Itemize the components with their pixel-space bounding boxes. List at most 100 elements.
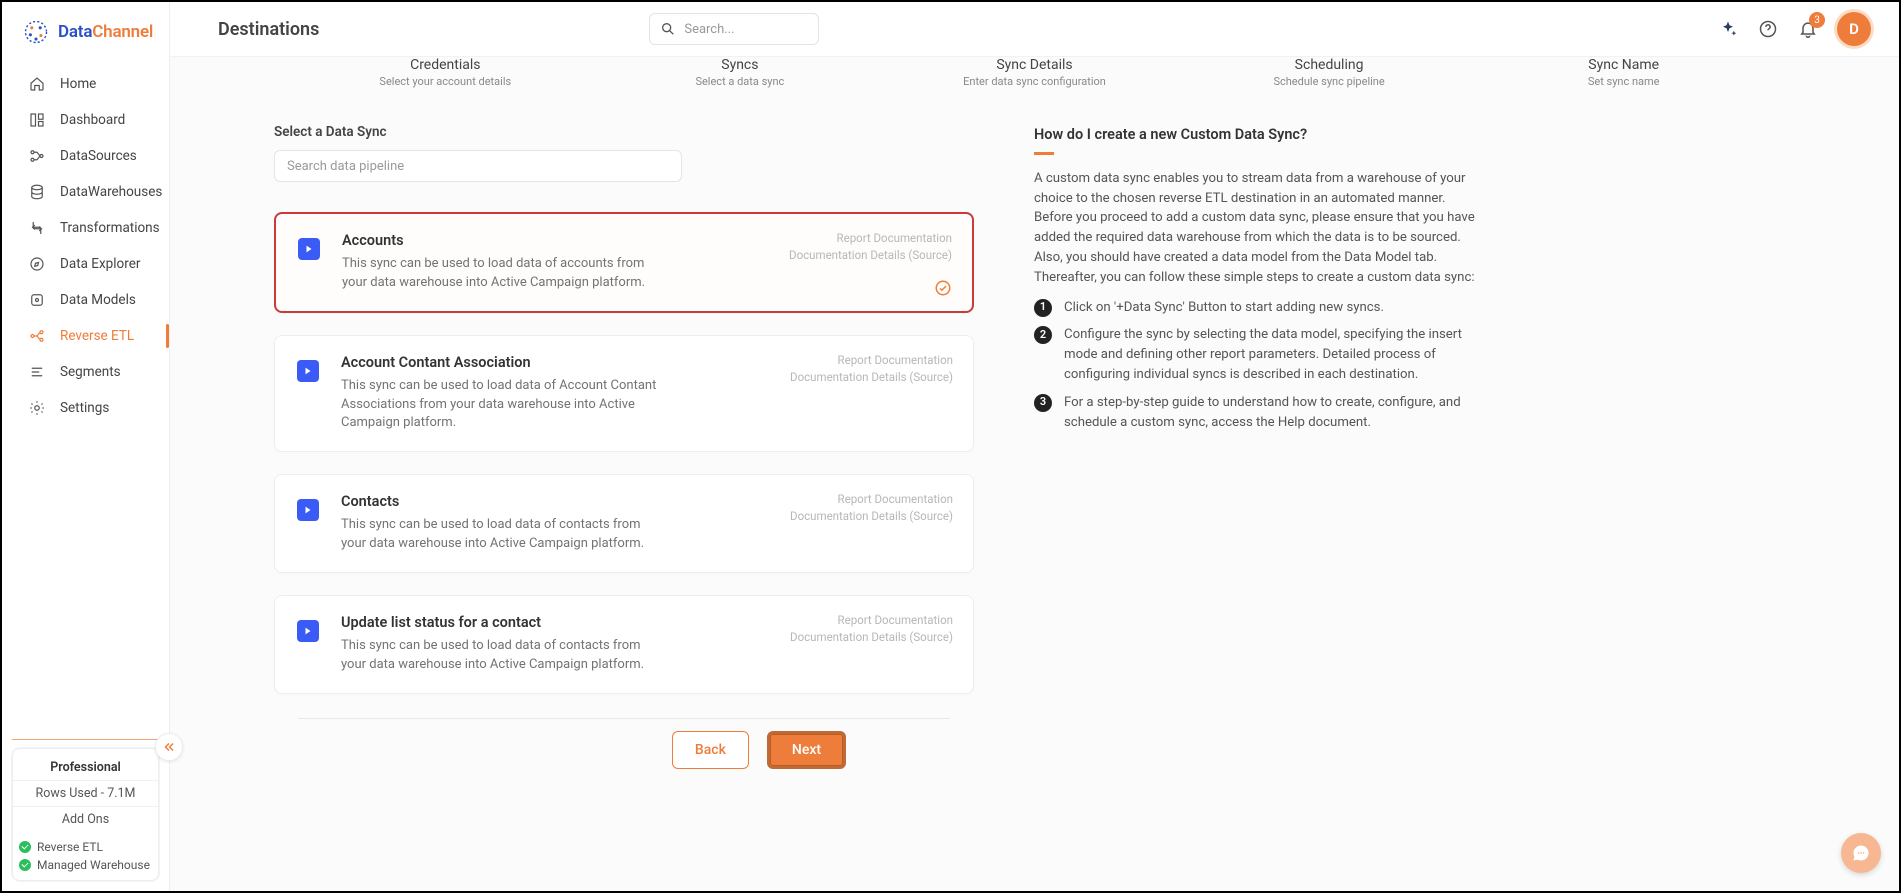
search-icon [660,21,676,37]
sync-card-account-contact-association[interactable]: Account Contant Association This sync ca… [274,335,974,453]
nav-settings[interactable]: Settings [2,390,169,426]
database-icon [28,183,46,201]
sync-cards: Accounts This sync can be used to load d… [274,212,974,694]
sync-card-update-list-status[interactable]: Update list status for a contact This sy… [274,595,974,694]
card-links: Report Documentation Documentation Detai… [790,352,953,387]
nav-dashboard[interactable]: Dashboard [2,102,169,138]
help-step: 3For a step-by-step guide to understand … [1034,393,1484,433]
plan-name: Professional [13,755,158,780]
addon-label: Reverse ETL [37,840,103,854]
gear-icon [28,399,46,417]
datasources-icon [28,147,46,165]
sync-card-desc: This sync can be used to load data of co… [341,637,661,675]
step-text: For a step-by-step guide to understand h… [1064,393,1484,433]
global-search[interactable] [649,13,819,45]
nav-label: DataWarehouses [60,184,162,200]
sync-icon [297,620,319,642]
report-documentation-link[interactable]: Report Documentation [789,230,952,247]
help-button[interactable] [1757,18,1779,40]
nav-transformations[interactable]: Transformations [2,210,169,246]
chevron-left-double-icon [162,740,176,754]
help-step: 1 Click on '+Data Sync' Button to start a… [1034,298,1484,318]
home-icon [28,75,46,93]
step-bullet: 1 [1034,299,1052,317]
rows-used: Rows Used - 7.1M [13,780,158,806]
help-circle-icon [1758,19,1778,39]
check-circle-icon [934,279,952,297]
check-dot-icon [19,841,31,853]
documentation-details-link[interactable]: Documentation Details (Source) [789,247,952,264]
wizard-footer: Back Next [544,731,974,769]
help-underline [1034,152,1054,155]
wizard-step-syncs[interactable]: SyncsSelect a data sync [613,57,868,88]
help-step: 2 Configure the sync by selecting the dat… [1034,325,1484,384]
brand-text: DataChannel [58,22,153,42]
help-title: How do I create a new Custom Data Sync? [1034,124,1484,146]
documentation-details-link[interactable]: Documentation Details (Source) [790,629,953,646]
sync-card-desc: This sync can be used to load data of Ac… [341,377,661,434]
wizard-step-scheduling[interactable]: SchedulingSchedule sync pipeline [1202,57,1457,88]
card-links: Report Documentation Documentation Detai… [789,230,952,265]
nav-datawarehouses[interactable]: DataWarehouses [2,174,169,210]
nav-dataexplorer[interactable]: Data Explorer [2,246,169,282]
sparkle-icon [1718,19,1738,39]
pipeline-search-input[interactable] [274,150,682,182]
plan-card: Professional Rows Used - 7.1M Add Ons Re… [12,748,159,881]
nav-reverse-etl[interactable]: Reverse ETL [2,318,169,354]
step-bullet: 2 [1034,326,1052,344]
help-intro: A custom data sync enables you to stream… [1034,169,1484,268]
dashboard-icon [28,111,46,129]
sparkle-button[interactable] [1717,18,1739,40]
nav-label: Reverse ETL [60,328,134,344]
nav-label: Dashboard [60,112,125,128]
step-text: Click on '+Data Sync' Button to start ad… [1064,298,1384,318]
wizard-step-sync-details[interactable]: Sync DetailsEnter data sync configuratio… [907,57,1162,88]
wizard-step-sync-name[interactable]: Sync NameSet sync name [1496,57,1751,88]
documentation-details-link[interactable]: Documentation Details (Source) [790,508,953,525]
sidebar-collapse-button[interactable] [155,733,183,761]
avatar[interactable]: D [1837,12,1871,46]
nav-datamodels[interactable]: Data Models [2,282,169,318]
brand-mark-icon [22,18,50,46]
sync-card-accounts[interactable]: Accounts This sync can be used to load d… [274,212,974,313]
brand-logo[interactable]: DataChannel [2,2,169,58]
segments-icon [28,363,46,381]
report-documentation-link[interactable]: Report Documentation [790,352,953,369]
documentation-details-link[interactable]: Documentation Details (Source) [790,369,953,386]
card-links: Report Documentation Documentation Detai… [790,491,953,526]
addon-item: Managed Warehouse [13,856,158,874]
nav-datasources[interactable]: DataSources [2,138,169,174]
wizard-steps: CredentialsSelect your account details S… [218,57,1851,88]
nav-label: Data Explorer [60,256,140,272]
section-title: Select a Data Sync [274,124,974,140]
page-title: Destinations [218,19,319,40]
sync-icon [297,499,319,521]
sidebar-footer: Professional Rows Used - 7.1M Add Ons Re… [2,739,169,891]
sync-card-desc: This sync can be used to load data of ac… [342,255,662,293]
report-documentation-link[interactable]: Report Documentation [790,612,953,629]
nav-home[interactable]: Home [2,66,169,102]
step-text: Configure the sync by selecting the data… [1064,325,1484,384]
nav-segments[interactable]: Segments [2,354,169,390]
notifications-button[interactable]: 3 [1797,18,1819,40]
chat-fab[interactable] [1841,833,1881,873]
sidebar-nav: Home Dashboard DataSources DataWarehouse… [2,66,169,739]
sync-card-desc: This sync can be used to load data of co… [341,516,661,554]
divider [298,718,950,719]
nav-label: Settings [60,400,109,416]
transform-icon [28,219,46,237]
addon-label: Managed Warehouse [37,858,150,872]
nav-label: Home [60,76,96,92]
sync-card-contacts[interactable]: Contacts This sync can be used to load d… [274,474,974,573]
report-documentation-link[interactable]: Report Documentation [790,491,953,508]
next-button[interactable]: Next [767,731,846,769]
wizard-step-credentials[interactable]: CredentialsSelect your account details [318,57,573,88]
sidebar: DataChannel Home Dashboard DataSources D… [2,2,170,891]
topbar-actions: 3 D [1717,12,1871,46]
global-search-input[interactable] [682,21,808,38]
sync-icon [297,360,319,382]
sync-selection: Select a Data Sync Accounts This sync ca… [274,124,974,769]
help-steps: 1 Click on '+Data Sync' Button to start a… [1034,298,1484,433]
models-icon [28,291,46,309]
back-button[interactable]: Back [672,731,749,769]
